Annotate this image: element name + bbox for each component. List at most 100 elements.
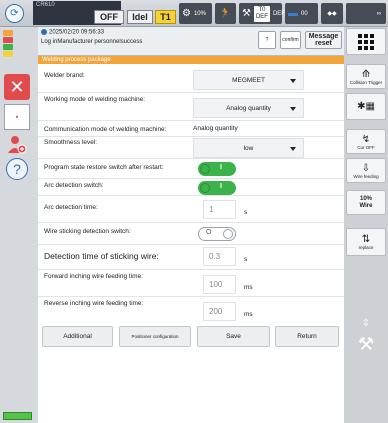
swap-icon: ⇅ bbox=[361, 234, 371, 245]
tool-mode-button[interactable]: T1 bbox=[155, 10, 176, 24]
wire-feeding-label: Wire feeding bbox=[353, 173, 379, 179]
forward-inching-label: Forward inching wire feeding time: bbox=[44, 273, 143, 280]
robot-arm-icon: ⚒ bbox=[242, 8, 251, 19]
reverse-inching-label: Reverse inching wire feeding time: bbox=[44, 300, 144, 307]
log-help-button[interactable]: ? bbox=[258, 31, 276, 49]
positioner-config-button[interactable]: Positioner configuration bbox=[119, 326, 191, 347]
stick-switch-row: Wire sticking detection switch: O bbox=[38, 223, 344, 245]
status-indicator bbox=[3, 412, 32, 420]
log-message: Log inManufacturer personnelsuccess bbox=[41, 39, 143, 45]
save-button[interactable]: Save bbox=[197, 326, 270, 347]
working-mode-dropdown[interactable]: Analog quantity bbox=[193, 98, 304, 118]
reverse-inching-unit: ms bbox=[244, 311, 253, 318]
welder-brand-dropdown[interactable]: MEGMEET bbox=[193, 70, 304, 90]
speed-icon: ⚙ bbox=[182, 8, 191, 19]
smoothness-dropdown[interactable]: low bbox=[193, 138, 304, 158]
stick-time-unit: s bbox=[244, 256, 248, 263]
replace-button[interactable]: ⇅ replace bbox=[346, 228, 386, 256]
servo-off-button[interactable]: OFF bbox=[94, 10, 124, 24]
collision-trigger-button[interactable]: ⟰ Collision Trigger bbox=[346, 64, 386, 89]
counter-display[interactable]: ▬ 00 bbox=[285, 3, 318, 24]
tool-coordinate: T0 DEF bbox=[253, 5, 270, 22]
wire-feeding-icon: ⇩ bbox=[361, 162, 371, 174]
network-status[interactable]: ◆◆ bbox=[321, 3, 343, 24]
close-icon[interactable]: ✕ bbox=[4, 74, 30, 100]
wire-feeding-button[interactable]: ⇩ Wire feeding bbox=[346, 158, 386, 183]
toggle-knob bbox=[223, 229, 233, 239]
collision-label: Collision Trigger bbox=[349, 79, 383, 85]
left-toolbar: ✕ ▪ ? bbox=[0, 27, 38, 423]
comm-mode-label: Communication mode of welding machine: bbox=[44, 126, 167, 133]
current-off-button[interactable]: ↯ Cur OFF bbox=[346, 129, 386, 154]
arc-time-row: Arc detection time: 1 s bbox=[38, 196, 344, 223]
smoothness-label: Smoothness level: bbox=[44, 139, 98, 146]
add-user-icon[interactable] bbox=[4, 134, 30, 156]
log-strip: 2025/02/20 09:56:33 Log inManufacturer p… bbox=[38, 27, 344, 56]
working-mode-value: Analog quantity bbox=[226, 104, 271, 112]
arc-detection-row: Arc detection switch: I bbox=[38, 179, 344, 196]
stick-time-label: Detection time of sticking wire: bbox=[44, 251, 159, 261]
arc-time-input[interactable]: 1 bbox=[203, 200, 236, 219]
toggle-knob bbox=[200, 183, 210, 193]
chevron-down-icon bbox=[290, 79, 296, 83]
confirm-button[interactable]: confirm bbox=[280, 31, 301, 49]
jog-grid-button[interactable]: ✱▦ bbox=[346, 93, 386, 120]
idle-status-button[interactable]: Idel bbox=[127, 10, 153, 24]
stick-switch-toggle[interactable]: O bbox=[198, 227, 236, 241]
forward-inching-input[interactable]: 100 bbox=[203, 275, 236, 294]
arc-time-unit: s bbox=[244, 209, 248, 216]
grid-icon bbox=[358, 33, 374, 50]
led-orange bbox=[3, 30, 13, 36]
help-icon[interactable]: ? bbox=[6, 158, 28, 180]
message-reset-button[interactable]: Message reset bbox=[305, 31, 342, 49]
toggle-on-mark: I bbox=[220, 164, 222, 171]
smoothness-row: Smoothness level: low bbox=[38, 137, 344, 159]
collision-icon: ⟰ bbox=[361, 68, 371, 80]
comm-mode-row: Communication mode of welding machine: A… bbox=[38, 121, 344, 137]
welder-brand-value: MEGMEET bbox=[232, 76, 265, 84]
action-bar: Additional Positioner configuration Save… bbox=[38, 326, 344, 348]
wire-speed-button[interactable]: 10% Wire bbox=[346, 190, 386, 215]
led-yellow bbox=[3, 51, 13, 57]
user-coordinate: DEF bbox=[272, 10, 285, 17]
toggle-knob bbox=[200, 164, 210, 174]
loop-mode[interactable]: ∞ bbox=[346, 3, 386, 24]
infinity-icon: ∞ bbox=[376, 10, 381, 17]
counter-value: 00 bbox=[301, 10, 308, 17]
wire-speed-value: 10% bbox=[359, 195, 372, 202]
robot-arm-icon[interactable]: ⚒ bbox=[346, 324, 386, 364]
main-menu-icon[interactable]: ⟳ bbox=[5, 4, 24, 23]
panel-title: Welding process package bbox=[38, 56, 344, 64]
toggle-off-mark: O bbox=[206, 229, 212, 236]
additional-button[interactable]: Additional bbox=[42, 326, 113, 347]
info-icon bbox=[41, 29, 47, 35]
coordinate-selector[interactable]: ⚒ T0 DEF DEF bbox=[239, 3, 285, 24]
arc-detection-toggle[interactable]: I bbox=[198, 181, 236, 195]
welding-settings-panel: Welding process package Welder brand: ME… bbox=[38, 56, 344, 423]
right-toolbar: ⟰ Collision Trigger ✱▦ ↯ Cur OFF ⇩ Wire … bbox=[344, 27, 388, 423]
speed-value: 10% bbox=[193, 10, 206, 17]
toggle-on-mark: I bbox=[220, 183, 222, 190]
return-button[interactable]: Return bbox=[275, 326, 339, 347]
restore-toggle[interactable]: I bbox=[198, 162, 236, 176]
top-status-bar: ⟳ CR610 OFF Idel T1 ⚙ 10% 🏃 ⚒ T0 DEF DEF … bbox=[0, 0, 388, 27]
jog-mode-button[interactable]: 🏃 bbox=[215, 3, 236, 24]
reverse-inching-row: Reverse inching wire feeding time: 200 m… bbox=[38, 297, 344, 324]
stick-time-input[interactable]: 0.3 bbox=[203, 247, 236, 266]
chevron-down-icon bbox=[290, 107, 296, 111]
comm-mode-value: Analog quantity bbox=[193, 125, 238, 132]
arc-detection-label: Arc detection switch: bbox=[44, 182, 104, 189]
robot-name: CR610 bbox=[36, 2, 55, 8]
welder-brand-row: Welder brand: MEGMEET bbox=[38, 64, 344, 93]
forward-inching-row: Forward inching wire feeding time: 100 m… bbox=[38, 270, 344, 297]
current-off-label: Cur OFF bbox=[357, 144, 375, 150]
alarm-thumbnail-icon[interactable]: ▪ bbox=[4, 104, 30, 130]
chevron-down-icon bbox=[290, 147, 296, 151]
wire-speed-label: Wire bbox=[359, 202, 373, 209]
working-mode-label: Working mode of welding machine: bbox=[44, 96, 146, 103]
speed-control[interactable]: ⚙ 10% bbox=[179, 3, 212, 24]
reverse-inching-input[interactable]: 200 bbox=[203, 302, 236, 321]
apps-grid-button[interactable] bbox=[346, 28, 386, 55]
monitor-icon: ▬ bbox=[288, 8, 298, 19]
stick-time-row: Detection time of sticking wire: 0.3 s bbox=[38, 245, 344, 270]
